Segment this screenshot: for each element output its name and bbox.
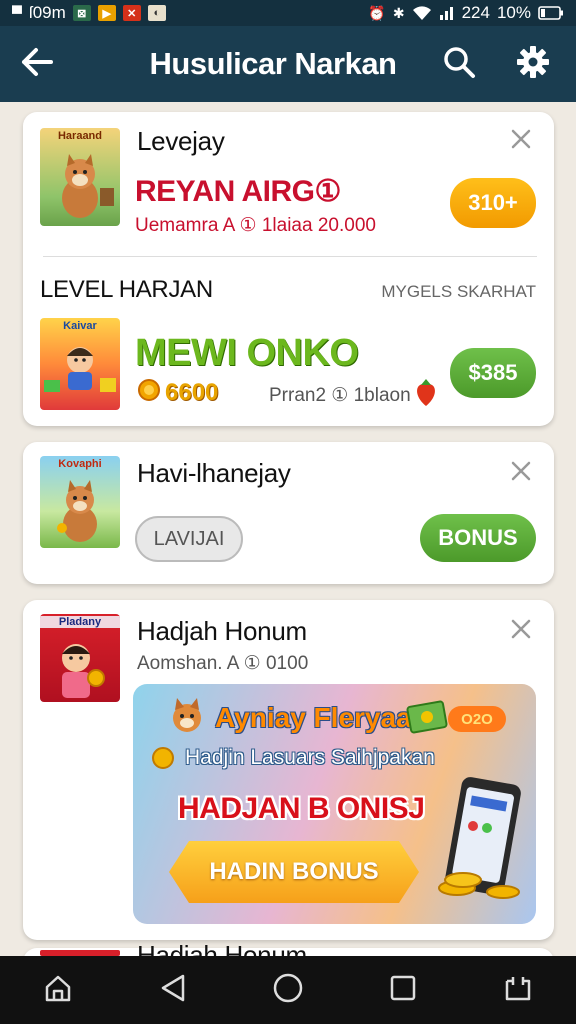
game-thumbnail: Kovaphi xyxy=(40,456,120,548)
item-title: Hadjah Honum xyxy=(137,616,307,646)
offer-subtext: Prran2 ① 1blaon xyxy=(269,385,411,406)
back-triangle-icon xyxy=(159,973,187,1008)
nav-back-button[interactable] xyxy=(145,962,201,1018)
notification-icon: ⊠ xyxy=(72,5,91,21)
divider xyxy=(43,256,537,257)
search-icon xyxy=(442,45,476,84)
offer-card[interactable]: Haraand Levejay REYAN AIRG① Uemamra A ① … xyxy=(23,112,554,426)
bluetooth-icon: ✱ xyxy=(392,4,405,21)
notification-icon: ◐ xyxy=(147,5,166,21)
dismiss-button[interactable] xyxy=(504,456,538,490)
section-right-label: MYGELS SKARHAT xyxy=(381,282,536,301)
item-title: Hadjah Honum xyxy=(137,940,307,956)
offer-subtext: Aomshan. A ① 0100 xyxy=(137,653,309,674)
close-icon xyxy=(510,618,532,645)
item-title: Levejay xyxy=(137,126,225,156)
offer-headline: MEWI ONKO xyxy=(135,332,359,374)
home-icon xyxy=(43,973,73,1008)
game-thumbnail: Haraand xyxy=(40,128,120,226)
fox-icon xyxy=(57,480,97,542)
claim-bonus-button[interactable]: HADIN BONUS xyxy=(169,841,419,903)
back-arrow-icon xyxy=(20,47,54,82)
nav-screenshot-button[interactable] xyxy=(490,962,546,1018)
offer-headline: REYAN AIRG① xyxy=(135,175,341,208)
battery-text: 10% xyxy=(496,3,531,22)
strawberry-icon xyxy=(413,378,439,413)
bonus-button[interactable]: BONUS xyxy=(420,514,536,562)
banner-tag: O2O xyxy=(448,706,506,732)
screenshot-icon xyxy=(503,973,533,1008)
settings-button[interactable] xyxy=(506,37,560,91)
page-title: Husulicar Narkan xyxy=(149,46,398,81)
recents-square-icon xyxy=(388,973,418,1008)
coin-icon xyxy=(137,378,161,407)
price-button[interactable]: 310+ xyxy=(450,178,536,228)
signal-icon xyxy=(439,5,455,21)
close-icon xyxy=(510,128,532,155)
character-icon xyxy=(44,347,116,392)
search-button[interactable] xyxy=(432,37,486,91)
section-label: LEVEL HARJAN xyxy=(40,276,213,303)
cash-icon xyxy=(405,698,453,741)
wifi-icon xyxy=(412,5,432,21)
notification-icon: ✕ xyxy=(122,5,141,21)
promo-banner[interactable]: Ayniay Fleryaa! O2O Hadjin Lasuars Saihj… xyxy=(133,684,536,924)
item-title: Havi-lhanejay xyxy=(137,458,291,488)
banner-subtitle: Hadjin Lasuars Saihjpakan xyxy=(185,746,435,769)
coin-count: 6600 xyxy=(137,378,218,407)
nav-home-button[interactable] xyxy=(30,962,86,1018)
fox-icon xyxy=(62,154,114,218)
notification-icon: ▀ xyxy=(12,5,22,21)
close-icon xyxy=(510,460,532,487)
coin-value: 6600 xyxy=(165,378,219,406)
dismiss-button[interactable] xyxy=(504,124,538,158)
battery-icon xyxy=(538,6,564,20)
nav-recents-button[interactable] xyxy=(375,962,431,1018)
back-button[interactable] xyxy=(0,26,74,102)
status-left-text: ſ09m xyxy=(28,3,66,22)
content-list: Haraand Levejay REYAN AIRG① Uemamra A ① … xyxy=(0,102,576,956)
nav-circle-button[interactable] xyxy=(260,962,316,1018)
system-nav-bar xyxy=(0,956,576,1024)
offer-card[interactable]: Pladany Hadjah Honum Aomshan. A ① 0100 A… xyxy=(23,600,554,940)
character-icon xyxy=(62,644,105,698)
secondary-button[interactable]: LAVIJAI xyxy=(135,516,243,562)
banner-headline: HADJAN B ONISJ xyxy=(178,792,425,825)
notification-icon: ▶ xyxy=(97,5,116,21)
home-circle-icon xyxy=(272,972,304,1009)
game-thumbnail: Kaivar xyxy=(40,318,120,410)
offer-subtext: Uemamra A ① 1laiaa 20.000 xyxy=(135,215,376,236)
app-bar: Husulicar Narkan xyxy=(0,26,576,102)
banner-title: Ayniay Fleryaa! xyxy=(215,702,421,733)
game-thumbnail: Pladany xyxy=(40,614,120,702)
offer-card[interactable]: Hadjah Honum xyxy=(23,940,554,956)
phone-icon xyxy=(433,776,529,911)
gear-icon xyxy=(516,45,550,84)
coin-icon xyxy=(151,746,175,775)
alarm-icon: ⏰ xyxy=(368,4,386,21)
clock: 224 xyxy=(461,3,490,22)
offer-card[interactable]: Kovaphi Havi-lhanejay LAVIJAI BONUS xyxy=(23,442,554,584)
status-bar: ▀ ſ09m ⊠ ▶ ✕ ◐ ⏰ ✱ 224 10% xyxy=(0,0,576,26)
fox-icon xyxy=(167,696,207,741)
price-button[interactable]: $385 xyxy=(450,348,536,398)
dismiss-button[interactable] xyxy=(504,614,538,648)
